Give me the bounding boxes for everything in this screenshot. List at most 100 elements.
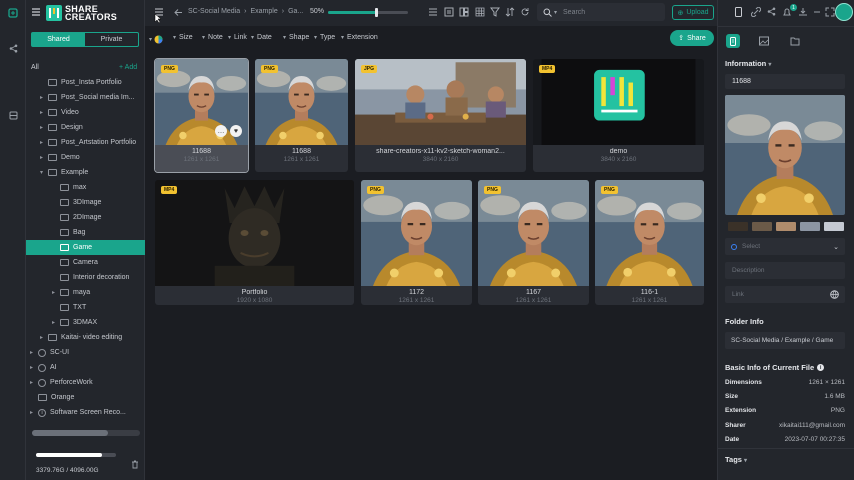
chevron-right-icon[interactable]: ▸ <box>40 334 48 341</box>
tree-scrollbar[interactable] <box>32 430 140 436</box>
back-icon[interactable] <box>174 8 183 17</box>
filter-type[interactable]: ▾ Type <box>314 34 335 41</box>
tree-item[interactable]: ▸ Post_Artstation Portfolio <box>26 135 145 150</box>
upload-button[interactable]: ⊕ Upload <box>672 5 714 20</box>
tree-item[interactable]: max <box>26 180 145 195</box>
file-name-field[interactable]: 11688 <box>725 74 845 89</box>
layout-icon[interactable] <box>459 7 469 17</box>
tree-item[interactable]: 2DImage <box>26 210 145 225</box>
breadcrumb-item[interactable]: Example <box>250 8 277 15</box>
tab-shared[interactable]: Shared <box>32 33 85 46</box>
tree-item[interactable]: ▾ Example <box>26 165 145 180</box>
tree-item[interactable]: Interior decoration <box>26 270 145 285</box>
tree-item[interactable]: Camera <box>26 255 145 270</box>
palette-swatch[interactable] <box>776 222 796 231</box>
tree-item[interactable]: TXT <box>26 300 145 315</box>
zoom-slider[interactable] <box>328 8 408 17</box>
download-icon[interactable] <box>798 7 808 17</box>
share-icon[interactable] <box>6 41 20 55</box>
avatar[interactable] <box>835 3 853 21</box>
chevron-right-icon[interactable]: ▸ <box>52 319 60 326</box>
grid-view-icon[interactable] <box>475 7 485 17</box>
link-input[interactable]: Link <box>725 286 845 303</box>
database-icon[interactable] <box>6 108 20 122</box>
trash-icon[interactable] <box>131 460 139 469</box>
tree-item[interactable]: ▸ maya <box>26 285 145 300</box>
file-card[interactable]: PNG 11688 1261 x 1261 <box>255 59 348 172</box>
description-input[interactable]: Description <box>725 262 845 279</box>
image-tab-icon[interactable] <box>759 36 769 46</box>
file-card[interactable]: MP4 Portfolio 1920 x 1080 <box>155 180 354 305</box>
color-filter[interactable]: ▾ <box>149 34 167 44</box>
notification-icon[interactable]: 1 <box>782 4 797 17</box>
filter-date[interactable]: ▾ Date <box>251 34 272 41</box>
tree-item[interactable]: 3DImage <box>26 195 145 210</box>
search-input[interactable]: ▾ Search <box>537 3 665 21</box>
filter-size[interactable]: ▾ Size <box>173 34 193 41</box>
list-view-icon[interactable] <box>428 7 438 17</box>
comment-icon[interactable]: … <box>215 125 227 137</box>
file-card[interactable]: PNG 1172 1261 x 1261 <box>361 180 472 305</box>
detail-view-icon[interactable] <box>444 7 454 17</box>
sort-icon[interactable] <box>505 7 515 17</box>
tree-item[interactable]: ▸ Design <box>26 120 145 135</box>
filter-note[interactable]: ▾ Note <box>202 34 223 41</box>
globe-icon[interactable] <box>830 290 839 299</box>
category-select[interactable]: Select ⌄ <box>725 238 845 255</box>
add-folder-button[interactable]: + Add <box>119 64 137 71</box>
palette-swatch[interactable] <box>800 222 820 231</box>
refresh-icon[interactable] <box>520 7 530 17</box>
chevron-right-icon[interactable]: ▸ <box>40 124 48 131</box>
file-card[interactable]: PNG 116-1 1261 x 1261 <box>595 180 704 305</box>
tree-item[interactable]: Bag <box>26 225 145 240</box>
share-icon[interactable] <box>767 7 776 17</box>
tree-item[interactable]: Game <box>26 240 145 255</box>
pin-icon[interactable] <box>734 7 743 17</box>
filter-link[interactable]: ▾ Link <box>228 34 247 41</box>
chevron-right-icon[interactable]: ▸ <box>30 409 38 416</box>
tree-item[interactable]: ▸ AI <box>26 360 145 375</box>
chevron-down-icon[interactable]: ▾ <box>40 169 48 176</box>
info-tab-icon[interactable] <box>726 34 740 48</box>
palette-swatch[interactable] <box>824 222 844 231</box>
chevron-right-icon[interactable]: ▸ <box>40 109 48 116</box>
app-icon[interactable] <box>6 6 20 20</box>
chevron-right-icon[interactable]: ▸ <box>30 379 38 386</box>
tree-item[interactable]: ▸ Video <box>26 105 145 120</box>
tree-item[interactable]: Post_Insta Portfolio <box>26 75 145 90</box>
breadcrumb-item[interactable]: Ga... <box>288 8 303 15</box>
file-card[interactable]: MP4 demo 3840 x 2160 <box>533 59 704 172</box>
tab-private[interactable]: Private <box>85 33 138 46</box>
tree-item[interactable]: ▸ Demo <box>26 150 145 165</box>
fullscreen-icon[interactable] <box>825 7 835 17</box>
tree-item[interactable]: ▸ 3DMAX <box>26 315 145 330</box>
file-card[interactable]: JPG share-creators-x11-kv2-sketch-woman2.… <box>355 59 526 172</box>
tree-item[interactable]: Orange <box>26 390 145 405</box>
all-label[interactable]: All <box>31 64 39 71</box>
search-dropdown-icon[interactable]: ▾ <box>554 9 557 16</box>
tree-item[interactable]: ▸ SC-UI <box>26 345 145 360</box>
tree-item[interactable]: ▸ i Software Screen Reco... <box>26 405 145 420</box>
chevron-right-icon[interactable]: ▸ <box>52 289 60 296</box>
tree-item[interactable]: ▸ PerforceWork <box>26 375 145 390</box>
chevron-right-icon[interactable]: ▸ <box>40 94 48 101</box>
palette-swatch[interactable] <box>728 222 748 231</box>
share-button[interactable]: ⇪ Share <box>670 30 714 46</box>
tags-title[interactable]: Tags ▾ <box>725 455 747 464</box>
filter-icon[interactable] <box>490 7 500 17</box>
breadcrumb-item[interactable]: SC-Social Media <box>188 8 240 15</box>
tree-item[interactable]: ▸ Post_Social media Im... <box>26 90 145 105</box>
info-icon[interactable]: i <box>817 364 825 371</box>
information-title[interactable]: Information ▾ <box>725 59 771 68</box>
file-card[interactable]: PNG … ♥ 11688 1261 x 1261 <box>154 58 249 173</box>
palette-swatch[interactable] <box>752 222 772 231</box>
filter-extension[interactable]: ▾ Extension <box>341 34 378 41</box>
folder-tab-icon[interactable] <box>790 36 800 46</box>
chevron-right-icon[interactable]: ▸ <box>40 139 48 146</box>
chevron-right-icon[interactable]: ▸ <box>30 349 38 356</box>
minimize-icon[interactable] <box>812 7 822 17</box>
heart-icon[interactable]: ♥ <box>230 125 242 137</box>
tree-item[interactable]: ▸ Kaitai- video editing <box>26 330 145 345</box>
link-icon[interactable] <box>750 6 762 18</box>
chevron-right-icon[interactable]: ▸ <box>30 364 38 371</box>
